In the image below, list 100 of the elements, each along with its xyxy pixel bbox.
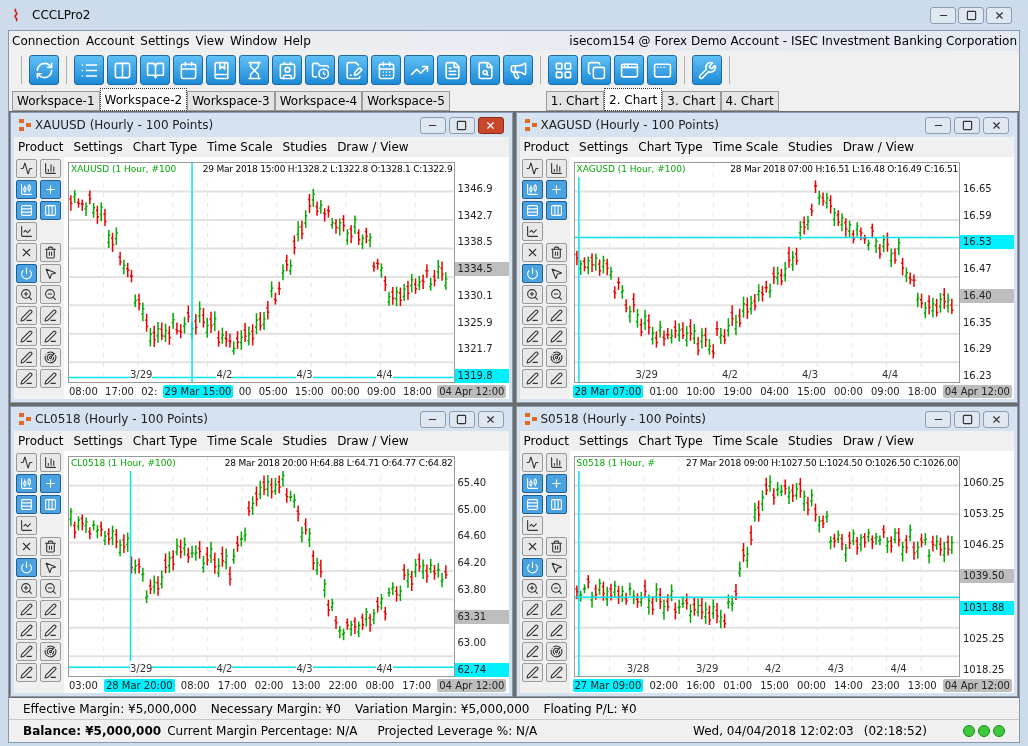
maximize-button[interactable] <box>954 116 980 134</box>
pen-tool-button[interactable] <box>521 663 543 682</box>
pen-tool-button[interactable] <box>16 348 37 367</box>
chart-tab[interactable]: 1. Chart <box>545 91 605 111</box>
pen-tool-button[interactable] <box>521 348 543 367</box>
chart-menu-item[interactable]: Product <box>18 432 64 450</box>
menu-item[interactable]: Account <box>82 32 138 50</box>
document-pen-button[interactable] <box>338 55 368 85</box>
chart-menu-item[interactable]: Time Scale <box>207 432 273 450</box>
chart-menu-item[interactable]: Draw / View <box>337 138 409 156</box>
pen-tool-button[interactable] <box>545 306 567 325</box>
menu-item[interactable]: View <box>192 32 228 50</box>
pen-tool-button[interactable] <box>521 306 543 325</box>
chart-menu-item[interactable]: Time Scale <box>712 138 779 156</box>
document-search-button[interactable] <box>470 55 500 85</box>
pen-tool-button[interactable] <box>16 327 37 346</box>
workspace-tab[interactable]: Workspace-5 <box>362 91 450 111</box>
chart-tab[interactable]: 4. Chart <box>720 91 779 111</box>
chart-menu-item[interactable]: Studies <box>788 432 833 450</box>
pen-tool-button[interactable] <box>16 621 37 640</box>
maximize-button[interactable] <box>958 6 984 24</box>
book-button[interactable] <box>140 55 170 85</box>
chart-menu-item[interactable]: Settings <box>579 138 629 156</box>
zoom-out-tool-button[interactable] <box>545 285 567 304</box>
delete-all-tool-button[interactable] <box>40 243 61 262</box>
wrench-button[interactable] <box>692 55 722 85</box>
chart-menu-item[interactable]: Studies <box>282 138 328 156</box>
line-chart-tool-button[interactable] <box>521 453 543 472</box>
pen-tool-button[interactable] <box>521 369 543 388</box>
vertical-grid-tool-button[interactable] <box>545 201 567 220</box>
power-tool-button[interactable] <box>16 264 37 283</box>
refresh-button[interactable] <box>29 55 59 85</box>
power-tool-button[interactable] <box>521 558 543 577</box>
pen-tool-button[interactable] <box>521 600 543 619</box>
vertical-grid-tool-button[interactable] <box>545 495 567 514</box>
zoom-in-tool-button[interactable] <box>521 285 543 304</box>
pen-tool-button[interactable] <box>40 621 61 640</box>
chart-menu-item[interactable]: Settings <box>579 432 629 450</box>
menu-item[interactable]: Window <box>227 32 281 50</box>
pen-tool-button[interactable] <box>16 369 37 388</box>
chart-menu-item[interactable]: Product <box>18 138 64 156</box>
pen-tool-button[interactable] <box>40 306 61 325</box>
list-button[interactable] <box>74 55 104 85</box>
chart-menu-item[interactable]: Studies <box>282 432 328 450</box>
megaphone-button[interactable] <box>503 55 533 85</box>
zoom-in-tool-button[interactable] <box>16 579 37 598</box>
contact-card-button[interactable] <box>272 55 302 85</box>
tiled-windows-button[interactable] <box>548 55 578 85</box>
close-button[interactable] <box>986 6 1012 24</box>
calendar-button[interactable] <box>173 55 203 85</box>
chart-tab[interactable]: 3. Chart <box>662 91 721 111</box>
workspace-tab[interactable]: Workspace-3 <box>187 91 275 111</box>
delete-all-tool-button[interactable] <box>545 537 567 556</box>
trend-chart-button[interactable] <box>404 55 434 85</box>
chart-menu-item[interactable]: Draw / View <box>337 432 409 450</box>
pen-tool-button[interactable] <box>521 327 543 346</box>
horizontal-grid-tool-button[interactable] <box>521 201 543 220</box>
crosshair-tool-button[interactable] <box>40 180 61 199</box>
power-tool-button[interactable] <box>16 558 37 577</box>
columns-button[interactable] <box>107 55 137 85</box>
candlestick-tool-button[interactable] <box>521 180 543 199</box>
delete-tool-button[interactable] <box>16 537 37 556</box>
pen-tool-button[interactable] <box>521 621 543 640</box>
pen-tool-button[interactable] <box>16 663 37 682</box>
pen-tool-button[interactable] <box>40 663 61 682</box>
chart-menu-item[interactable]: Chart Type <box>132 432 198 450</box>
zoom-out-tool-button[interactable] <box>545 579 567 598</box>
pen-tool-button[interactable] <box>16 642 37 661</box>
workspace-tab[interactable]: Workspace-1 <box>12 91 100 111</box>
study-tool-button[interactable] <box>521 516 543 535</box>
chart-menu-item[interactable]: Time Scale <box>207 138 273 156</box>
pen-tool-button[interactable] <box>40 327 61 346</box>
chart-menu-item[interactable]: Chart Type <box>638 432 703 450</box>
delete-all-tool-button[interactable] <box>545 243 567 262</box>
chart-menu-item[interactable]: Draw / View <box>842 432 915 450</box>
line-chart-tool-button[interactable] <box>16 159 37 178</box>
study-tool-button[interactable] <box>521 222 543 241</box>
chart-menu-item[interactable]: Product <box>523 138 570 156</box>
study-tool-button[interactable] <box>16 222 37 241</box>
pen-tool-button[interactable] <box>16 306 37 325</box>
pen-tool-button[interactable] <box>40 369 61 388</box>
delete-tool-button[interactable] <box>16 243 37 262</box>
document-button[interactable] <box>437 55 467 85</box>
maximize-button[interactable] <box>954 410 980 428</box>
pen-tool-button[interactable] <box>521 642 543 661</box>
pen-tool-button[interactable] <box>40 600 61 619</box>
delete-tool-button[interactable] <box>521 243 543 262</box>
pointer-tool-button[interactable] <box>545 264 567 283</box>
zoom-out-tool-button[interactable] <box>40 285 61 304</box>
crosshair-tool-button[interactable] <box>545 474 567 493</box>
pen-tool-button[interactable] <box>545 327 567 346</box>
vertical-grid-tool-button[interactable] <box>40 201 61 220</box>
crosshair-tool-button[interactable] <box>545 180 567 199</box>
zoom-out-tool-button[interactable] <box>40 579 61 598</box>
chart-menu-item[interactable]: Product <box>523 432 570 450</box>
book-button[interactable] <box>206 55 236 85</box>
chart-menu-item[interactable]: Chart Type <box>132 138 198 156</box>
candlestick-tool-button[interactable] <box>16 474 37 493</box>
bar-chart-tool-button[interactable] <box>545 453 567 472</box>
chart-menu-item[interactable]: Settings <box>73 138 123 156</box>
